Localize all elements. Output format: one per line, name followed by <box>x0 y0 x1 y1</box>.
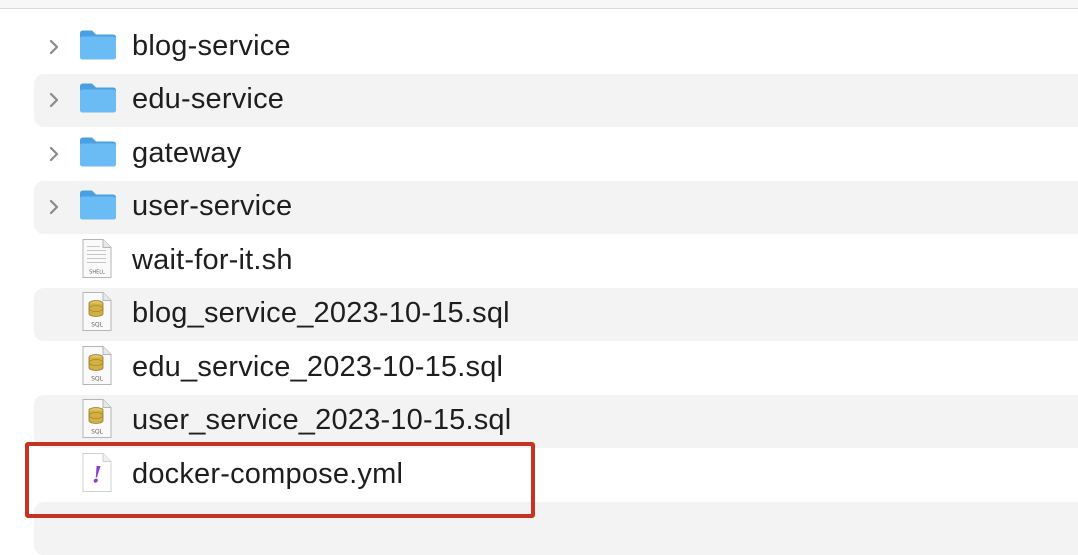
shell-icon-text: SHELL <box>89 269 105 275</box>
file-row-docker-compose[interactable]: ! docker-compose.yml <box>34 448 1078 502</box>
folder-icon <box>78 82 118 119</box>
sql-file-icon: SQL <box>82 399 112 444</box>
yaml-file-icon: ! <box>82 452 112 497</box>
file-name: edu-service <box>132 83 285 116</box>
sql-icon-text: SQL <box>91 375 104 382</box>
disclosure-chevron-icon[interactable] <box>48 93 60 108</box>
shell-script-icon: SHELL <box>82 238 112 283</box>
sql-icon-text: SQL <box>91 322 104 329</box>
file-row-user-service[interactable]: user-service <box>34 180 1078 234</box>
empty-row <box>34 501 1078 555</box>
file-name: user_service_2023-10-15.sql <box>132 404 512 437</box>
disclosure-chevron-icon[interactable] <box>48 39 60 54</box>
finder-window: blog-service edu-service gateway user-se… <box>0 0 1078 555</box>
disclosure-chevron-icon[interactable] <box>48 146 60 161</box>
file-name: blog-service <box>132 29 291 62</box>
file-row-user-service-sql[interactable]: SQL user_service_2023-10-15.sql <box>34 394 1078 448</box>
toolbar-edge <box>0 0 1078 9</box>
file-name: blog_service_2023-10-15.sql <box>132 297 510 330</box>
folder-icon <box>78 28 118 65</box>
sql-file-icon: SQL <box>82 292 112 337</box>
file-row-gateway[interactable]: gateway <box>34 127 1078 181</box>
file-name: gateway <box>132 136 242 169</box>
folder-icon <box>78 189 118 226</box>
sql-file-icon: SQL <box>82 345 112 390</box>
disclosure-chevron-icon[interactable] <box>48 200 60 215</box>
file-name: docker-compose.yml <box>132 457 404 490</box>
file-row-blog-service[interactable]: blog-service <box>34 20 1078 74</box>
file-row-blog-service-sql[interactable]: SQL blog_service_2023-10-15.sql <box>34 287 1078 341</box>
file-list: blog-service edu-service gateway user-se… <box>34 20 1078 555</box>
file-name: wait-for-it.sh <box>132 243 293 276</box>
file-row-edu-service[interactable]: edu-service <box>34 73 1078 127</box>
folder-icon <box>78 135 118 172</box>
file-name: edu_service_2023-10-15.sql <box>132 350 504 383</box>
sql-icon-text: SQL <box>91 429 104 436</box>
yaml-icon-text: ! <box>92 462 102 488</box>
file-row-wait-for-it[interactable]: SHELL wait-for-it.sh <box>34 234 1078 288</box>
file-row-edu-service-sql[interactable]: SQL edu_service_2023-10-15.sql <box>34 341 1078 395</box>
file-name: user-service <box>132 190 293 223</box>
